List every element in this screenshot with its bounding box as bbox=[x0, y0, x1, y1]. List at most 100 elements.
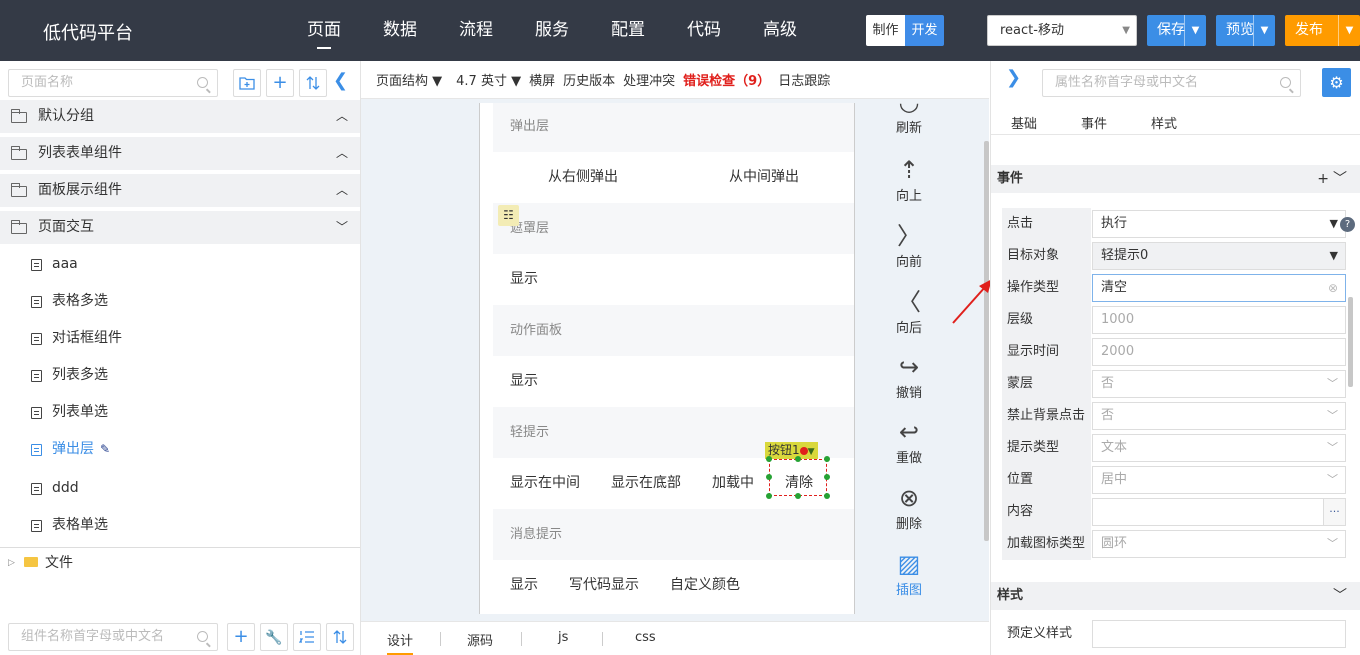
nav-code[interactable]: 代码 bbox=[666, 0, 742, 61]
log-trace-button[interactable]: 日志跟踪 bbox=[778, 70, 830, 89]
notify-show-button[interactable]: 显示 bbox=[510, 560, 538, 611]
page-item[interactable]: 表格单选 bbox=[0, 507, 360, 544]
canvas-scrollbar[interactable] bbox=[984, 141, 989, 541]
page-item[interactable]: 列表单选 bbox=[0, 394, 360, 431]
tab-source[interactable]: 源码 bbox=[467, 630, 493, 649]
error-check-button[interactable]: 错误检查（9） bbox=[683, 70, 770, 89]
group-default[interactable]: 默认分组 ︿ bbox=[0, 100, 360, 133]
conflict-button[interactable]: 处理冲突 bbox=[623, 70, 675, 89]
notify-color-button[interactable]: 自定义颜色 bbox=[670, 560, 740, 611]
preview-button[interactable]: 预览 ▼ bbox=[1216, 15, 1275, 46]
group-panel-display[interactable]: 面板展示组件 ︿ bbox=[0, 174, 360, 207]
events-section-header[interactable]: 事件 + ﹀ bbox=[991, 165, 1360, 193]
sort-button[interactable] bbox=[299, 69, 327, 97]
caret-down-icon[interactable]: ▼ bbox=[808, 447, 815, 457]
settings-button[interactable]: ⚙ bbox=[1322, 68, 1351, 97]
nav-data[interactable]: 数据 bbox=[362, 0, 438, 61]
tab-css[interactable]: css bbox=[635, 630, 656, 645]
property-search-input[interactable]: 属性名称首字母或中文名 bbox=[1042, 69, 1301, 97]
add-event-icon[interactable]: + bbox=[1317, 165, 1329, 193]
toast-bottom-button[interactable]: 显示在底部 bbox=[611, 458, 681, 509]
undo-tool[interactable]: ↪ 撤销 bbox=[886, 352, 932, 401]
caret-down-icon[interactable]: ▼ bbox=[1338, 15, 1360, 46]
page-item[interactable]: aaa bbox=[0, 246, 360, 283]
env-select[interactable]: react-移动 ▼ bbox=[987, 15, 1137, 46]
duration-input[interactable]: 2000 bbox=[1092, 338, 1346, 366]
tab-basic[interactable]: 基础 bbox=[1011, 113, 1037, 132]
mask-select[interactable]: 否 ﹀ bbox=[1092, 370, 1346, 398]
target-select[interactable]: 轻提示0 ▼ bbox=[1092, 242, 1346, 270]
group-list-form[interactable]: 列表表单组件 ︿ bbox=[0, 137, 360, 170]
caret-down-icon[interactable]: ▼ bbox=[1184, 15, 1206, 46]
list-icon[interactable]: ☷ bbox=[498, 205, 519, 226]
preset-style-input[interactable] bbox=[1092, 620, 1346, 648]
nav-flow[interactable]: 流程 bbox=[438, 0, 514, 61]
resize-handle[interactable] bbox=[824, 493, 830, 499]
mode-dev-button[interactable]: 开发 bbox=[905, 15, 944, 46]
resize-handle[interactable] bbox=[766, 456, 772, 462]
save-button[interactable]: 保存 ▼ bbox=[1147, 15, 1206, 46]
resize-handle[interactable] bbox=[766, 493, 772, 499]
page-item[interactable]: ddd bbox=[0, 470, 360, 507]
style-section-header[interactable]: 样式 ﹀ bbox=[991, 582, 1360, 610]
content-input[interactable]: ··· bbox=[1092, 498, 1346, 526]
history-button[interactable]: 历史版本 bbox=[563, 70, 615, 89]
mode-make-button[interactable]: 制作 bbox=[866, 15, 905, 46]
resize-handle[interactable] bbox=[824, 474, 830, 480]
caret-right-icon[interactable]: ▷ bbox=[8, 551, 15, 575]
position-select[interactable]: 居中 ﹀ bbox=[1092, 466, 1346, 494]
page-structure-dropdown[interactable]: 页面结构 ▼ bbox=[376, 70, 442, 89]
page-item[interactable]: 对话框组件 bbox=[0, 320, 360, 357]
more-icon[interactable]: ··· bbox=[1323, 499, 1345, 525]
forbid-click-select[interactable]: 否 ﹀ bbox=[1092, 402, 1346, 430]
tool-button[interactable]: 🔧 bbox=[260, 623, 288, 651]
expand-right-icon[interactable]: ❯ bbox=[1006, 67, 1021, 88]
landscape-button[interactable]: 横屏 bbox=[529, 70, 555, 89]
page-item[interactable]: 表格多选 bbox=[0, 283, 360, 320]
pencil-icon[interactable]: ✎ bbox=[100, 442, 110, 456]
loading-icon-select[interactable]: 圆环 ﹀ bbox=[1092, 530, 1346, 558]
popup-right-button[interactable]: 从右侧弹出 bbox=[548, 152, 618, 203]
help-icon[interactable]: ? bbox=[1340, 217, 1355, 232]
back-tool[interactable]: 〈向后 bbox=[886, 287, 932, 336]
device-size-dropdown[interactable]: 4.7 英寸 ▼ bbox=[456, 70, 521, 89]
notify-code-button[interactable]: 写代码显示 bbox=[569, 560, 639, 611]
page-item-selected[interactable]: 弹出层 ✎ bbox=[0, 431, 360, 468]
add-component-button[interactable]: + bbox=[227, 623, 255, 651]
click-action-select[interactable]: 执行 ▼ bbox=[1092, 210, 1346, 238]
page-item[interactable]: 列表多选 bbox=[0, 357, 360, 394]
mask-show-button[interactable]: 显示 bbox=[510, 254, 538, 305]
page-search-input[interactable]: 页面名称 bbox=[8, 69, 218, 97]
nav-service[interactable]: 服务 bbox=[514, 0, 590, 61]
tab-js[interactable]: js bbox=[558, 630, 568, 645]
chevron-down-icon[interactable]: ﹀ bbox=[1333, 582, 1347, 610]
refresh-tool[interactable]: ◡ 刷新 bbox=[886, 90, 932, 136]
caret-down-icon[interactable]: ▼ bbox=[1253, 15, 1275, 46]
add-folder-button[interactable] bbox=[233, 69, 261, 97]
collapse-left-icon[interactable]: ❮ bbox=[333, 70, 348, 91]
tab-design[interactable]: 设计 bbox=[387, 630, 414, 655]
sort-component-button[interactable] bbox=[326, 623, 354, 651]
list-order-button[interactable] bbox=[293, 623, 321, 651]
action-sheet-show-button[interactable]: 显示 bbox=[510, 356, 538, 407]
toast-center-button[interactable]: 显示在中间 bbox=[510, 458, 580, 509]
resize-handle[interactable] bbox=[795, 456, 801, 462]
popup-center-button[interactable]: 从中间弹出 bbox=[729, 152, 799, 203]
nav-advanced[interactable]: 高级 bbox=[742, 0, 818, 61]
nav-page[interactable]: 页面 bbox=[286, 0, 362, 61]
tab-style[interactable]: 样式 bbox=[1151, 113, 1177, 132]
tab-events[interactable]: 事件 bbox=[1081, 113, 1107, 132]
publish-button[interactable]: 发布 ▼ bbox=[1285, 15, 1360, 46]
toast-loading-button[interactable]: 加载中 bbox=[712, 458, 754, 509]
resize-handle[interactable] bbox=[766, 474, 772, 480]
op-type-select[interactable]: 清空 ⊗ bbox=[1092, 274, 1346, 302]
forward-tool[interactable]: 〉向前 bbox=[886, 221, 932, 270]
chevron-down-icon[interactable]: ﹀ bbox=[1333, 165, 1347, 193]
add-page-button[interactable]: + bbox=[266, 69, 294, 97]
toast-type-select[interactable]: 文本 ﹀ bbox=[1092, 434, 1346, 462]
delete-tool[interactable]: ⊗ 删除 bbox=[886, 483, 932, 532]
move-up-tool[interactable]: ⇡ 向上 bbox=[886, 155, 932, 204]
group-page-interaction[interactable]: 页面交互 ﹀ bbox=[0, 211, 360, 244]
resize-handle[interactable] bbox=[795, 493, 801, 499]
files-folder[interactable]: ▷ 文件 bbox=[0, 551, 360, 575]
